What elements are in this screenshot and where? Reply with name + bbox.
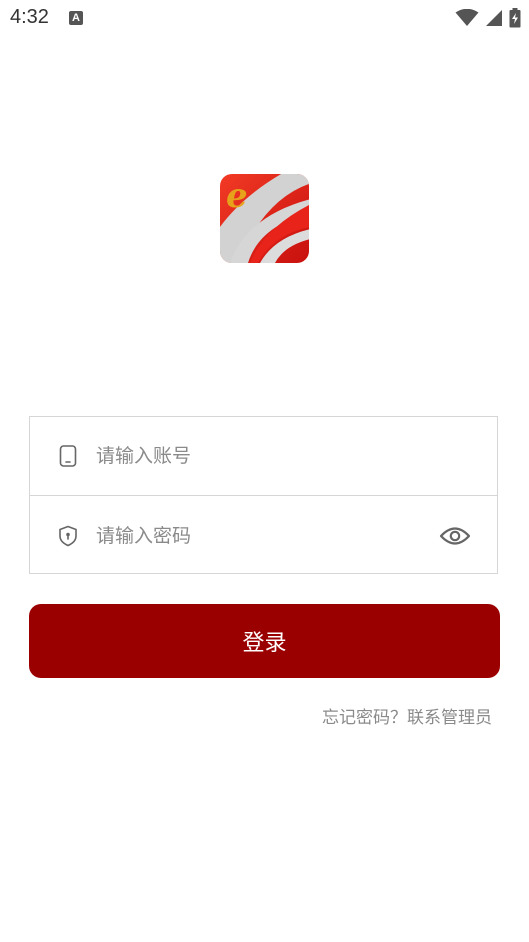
status-bar: 4:32 A: [0, 0, 529, 36]
eye-icon[interactable]: [439, 525, 471, 547]
app-logo: e: [220, 174, 309, 263]
account-input[interactable]: [96, 445, 427, 467]
a-icon: A: [69, 11, 83, 25]
status-icons: [455, 8, 521, 28]
login-button[interactable]: 登录: [29, 604, 500, 678]
shield-icon: [59, 525, 77, 546]
login-form: [29, 416, 498, 574]
password-field: [30, 496, 497, 575]
signal-icon: [486, 10, 502, 26]
login-screen: 4:32 A e 请输入账号 登录 忘记密码？联系管理员: [0, 0, 529, 942]
password-input[interactable]: [96, 524, 427, 547]
logo-letter: e: [226, 176, 248, 216]
forgot-password-link[interactable]: 忘记密码？联系管理员: [322, 703, 492, 728]
a-icon-letter: A: [72, 12, 80, 24]
phone-icon: [59, 445, 77, 467]
status-time: 4:32: [10, 6, 49, 28]
account-field: [30, 417, 497, 496]
wifi-icon: [455, 9, 479, 26]
battery-icon: [509, 8, 521, 28]
